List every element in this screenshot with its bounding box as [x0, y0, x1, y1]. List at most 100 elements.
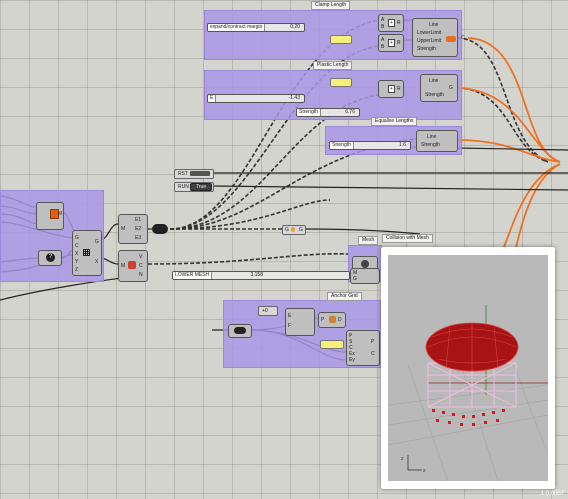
clamp-out-line: Line [429, 22, 439, 28]
clamp-out-lower: LowerLimit [417, 30, 442, 36]
grid-in-y: Y [75, 259, 79, 265]
explode-out-e2: E2 [135, 226, 142, 232]
plastic-add-component[interactable]: R + [378, 80, 404, 98]
anchor-offset-param[interactable]: +0 [258, 306, 278, 316]
lower-mesh-slider[interactable]: LOWER MESH 3.158 [172, 271, 350, 280]
plastic-yellow-panel[interactable] [330, 78, 352, 87]
explode-out-e3: E3 [135, 235, 142, 241]
grid-component[interactable]: G C X Y Z G X [72, 230, 102, 276]
equalise-out-line: Line [427, 134, 437, 140]
grid-in-z: Z [75, 267, 79, 273]
equalise-component[interactable]: Line Strength [416, 130, 458, 152]
gate-in-g: G [285, 227, 289, 233]
mesh-split-out-n: N [139, 272, 143, 278]
expand-contract-value: 0.20 [290, 24, 300, 30]
rst-label: RST [178, 171, 188, 177]
add2-out-r: R [397, 40, 401, 46]
plastic-length-title: Plastic Length [313, 61, 353, 70]
equalise-strength-label: Strength [330, 142, 354, 149]
viewport-scene: z x [387, 305, 549, 482]
axis-gizmo [407, 455, 422, 471]
anchor-grid-component[interactable]: P S C Ex Ey P C [346, 330, 380, 366]
equalise-out-strength: Strength [421, 142, 440, 148]
mesh-sphere-icon [361, 260, 369, 268]
svg-text:x: x [423, 468, 426, 474]
expand-contract-slider[interactable]: expand/contract margin 0.20 [207, 23, 305, 32]
gate-component[interactable]: G G [282, 225, 306, 235]
plastic-length-component[interactable]: Line Strength G [420, 74, 458, 102]
plastic-e-slider[interactable]: E -1.43 [207, 94, 305, 103]
rst-toggle[interactable]: RST [174, 169, 214, 179]
add1-in-a: A [381, 17, 385, 23]
clamp-output-c: C [461, 35, 465, 41]
addition-component-1[interactable]: A B + R [378, 14, 404, 32]
move-mesh-component[interactable]: M G [350, 268, 380, 284]
mesh-box-component[interactable]: M [36, 202, 64, 230]
anchor-grid-source[interactable] [228, 324, 252, 338]
grid-out-g: G [95, 239, 99, 245]
clamp-out-upper: UpperLimit [417, 38, 442, 44]
lightbulb-icon [291, 227, 295, 232]
relay-icon [234, 327, 246, 334]
mesh-split-in-m: M [121, 263, 126, 269]
anchor-out-c: C [371, 351, 375, 357]
collision-title: Collision with Mesh [382, 234, 433, 243]
equalise-lengths-title: Equalise Lengths [371, 117, 418, 126]
plastic-e-value: -1.43 [288, 95, 300, 101]
addition-component-2[interactable]: A B + R [378, 34, 404, 52]
clamp-out-strength: Strength [417, 46, 436, 52]
equalise-strength-slider[interactable]: Strength 1.6 [329, 141, 411, 150]
equalise-strength-value: 1.6 [399, 142, 406, 148]
svg-text:z: z [401, 456, 404, 462]
box-out-m: M [58, 211, 63, 217]
fire-icon [329, 316, 336, 323]
mesh-split-icon [128, 261, 136, 269]
plastic-e-label: E [208, 95, 217, 102]
anchor-val-d: D [338, 317, 342, 323]
left-query-component[interactable]: ? [38, 250, 62, 266]
anchor-offset-value: +0 [262, 308, 268, 314]
viewport-preview[interactable]: z x [381, 247, 555, 489]
run-toggle[interactable]: RUN True [174, 182, 214, 192]
mesh-split-component[interactable]: M V C N [118, 250, 148, 282]
anchor-in-f: F [288, 323, 292, 329]
grid-in-c: C [75, 243, 79, 249]
clamp-yellow-panel[interactable] [330, 35, 352, 44]
question-icon: ? [46, 253, 55, 262]
run-label: RUN [178, 184, 189, 190]
plastic-strength-value: 6.76 [345, 109, 355, 115]
gate-out-g: G [299, 227, 303, 233]
clamp-length-title: Clamp Length [311, 1, 351, 10]
add1-out-r: R [397, 20, 401, 26]
anchor-yellow-panel[interactable] [320, 340, 344, 349]
anchor-points [432, 409, 505, 426]
plastic-strength-label: Strength [297, 109, 321, 116]
plastic-out-line: Line [429, 78, 439, 84]
anchor-pd-component[interactable]: P D [318, 312, 346, 328]
anchor-out-p: P [371, 339, 375, 345]
goal-output-icon [446, 36, 456, 42]
grid-in-x: X [75, 251, 79, 257]
add2-in-b: B [381, 44, 385, 50]
explode-in-m: M [121, 226, 126, 232]
add1-in-b: B [381, 24, 385, 30]
plus-icon: + [388, 39, 395, 47]
add2-in-a: A [381, 37, 385, 43]
grid-in-g: G [75, 235, 79, 241]
viewport-canvas[interactable]: z x [387, 255, 549, 482]
plastic-out-r: R [397, 86, 401, 92]
mesh-split-out-v: V [139, 254, 143, 260]
grid-out-x: X [95, 259, 99, 265]
plastic-out-g: G [449, 85, 453, 91]
plus-icon: + [388, 85, 395, 93]
mesh-title: Mesh [358, 236, 379, 245]
anchor-ef-component[interactable]: E F [285, 308, 315, 336]
data-relay-icon[interactable] [152, 224, 168, 234]
version-label: 1.0.0007 [540, 491, 564, 497]
plastic-strength-slider[interactable]: Strength 6.76 [296, 108, 360, 117]
explode-component[interactable]: M E1 E2 E3 [118, 214, 148, 244]
anchor-val-p: P [321, 317, 325, 323]
expand-contract-label: expand/contract margin [208, 24, 266, 31]
anchor-in-ey: Ey [349, 357, 355, 363]
lower-mesh-value: 3.158 [250, 272, 263, 278]
